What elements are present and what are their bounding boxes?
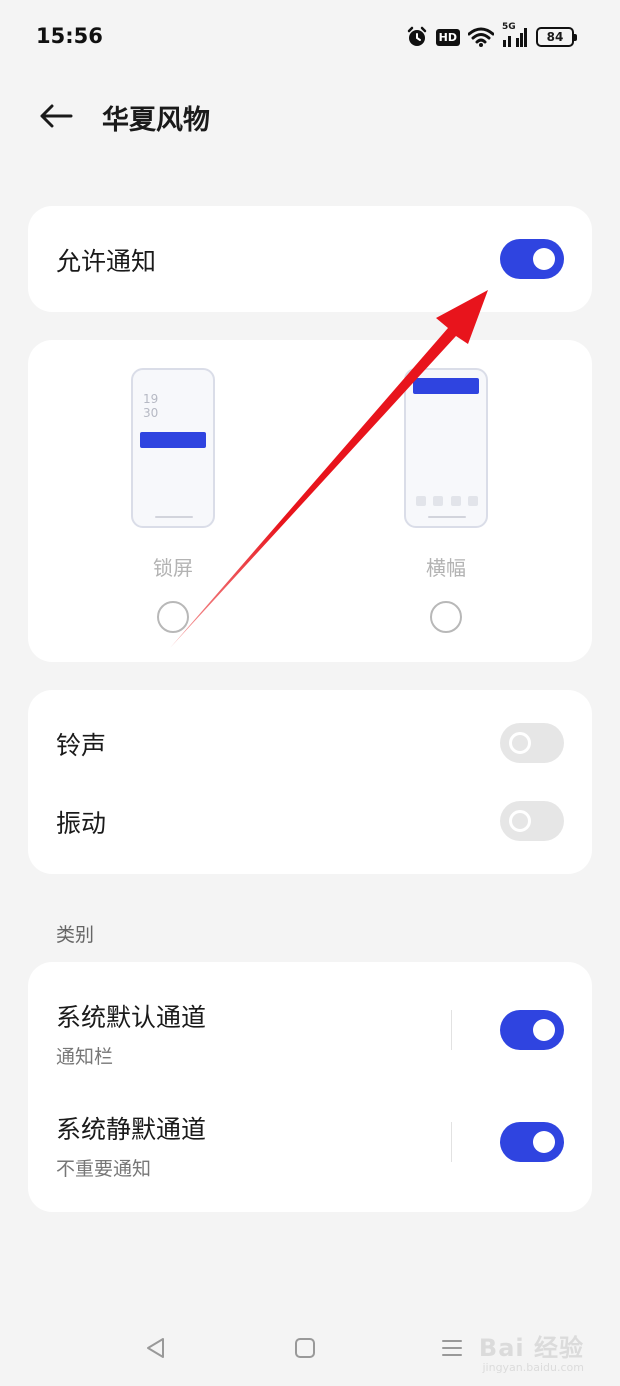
alarm-icon (406, 26, 428, 48)
category-silent-sublabel: 不重要通知 (56, 1158, 152, 1180)
banner-radio[interactable] (430, 601, 462, 633)
wifi-icon (468, 27, 494, 47)
toggle-knob (533, 1131, 555, 1153)
ringtone-row[interactable]: 铃声 (28, 704, 592, 782)
status-time: 15:56 (36, 24, 103, 48)
status-icons: HD 5G 84 (406, 22, 577, 52)
nav-back-button[interactable] (136, 1330, 176, 1370)
ringtone-toggle[interactable] (500, 723, 564, 763)
sound-vibration-card: 铃声 振动 (28, 690, 592, 874)
toggle-knob (533, 1019, 555, 1041)
category-section-title: 类别 (56, 924, 95, 946)
vertical-divider (451, 1122, 452, 1162)
dock-preview (416, 496, 478, 506)
header: 华夏风物 (0, 88, 620, 148)
home-indicator-preview (428, 516, 466, 518)
banner-bar-preview (413, 378, 479, 394)
banner-label: 横幅 (426, 556, 466, 580)
lockscreen-preview: 19 30 (131, 368, 215, 528)
watermark-main: Bai 经验 (478, 1334, 584, 1362)
notification-style-card: 19 30 锁屏 横幅 (28, 340, 592, 662)
allow-notifications-card: 允许通知 (28, 206, 592, 312)
notification-bar-preview (140, 432, 206, 448)
menu-lines-icon (440, 1336, 464, 1364)
category-silent-toggle[interactable] (500, 1122, 564, 1162)
arrow-left-icon (38, 102, 74, 134)
style-option-lockscreen[interactable]: 19 30 锁屏 (103, 368, 243, 633)
vibration-label: 振动 (56, 809, 107, 838)
lockscreen-radio[interactable] (157, 601, 189, 633)
category-default-label: 系统默认通道 (56, 1003, 207, 1032)
watermark-sub: jingyan.baidu.com (482, 1361, 584, 1374)
allow-notifications-label: 允许通知 (56, 247, 157, 276)
home-square-icon (293, 1336, 317, 1364)
hd-icon: HD (435, 28, 460, 46)
nav-menu-button[interactable] (432, 1330, 472, 1370)
signal-5g-icon: 5G (502, 22, 528, 48)
vibration-toggle[interactable] (500, 801, 564, 841)
allow-notifications-toggle[interactable] (500, 239, 564, 279)
lock-time-preview: 19 30 (143, 392, 159, 420)
ringtone-label: 铃声 (56, 731, 107, 760)
vibration-row[interactable]: 振动 (28, 782, 592, 860)
category-default-toggle[interactable] (500, 1010, 564, 1050)
category-default-sublabel: 通知栏 (56, 1046, 114, 1068)
home-indicator-preview (155, 516, 193, 518)
category-silent-label: 系统静默通道 (56, 1115, 207, 1144)
status-bar: 15:56 HD 5G 84 (0, 0, 620, 76)
battery-level: 84 (546, 30, 564, 44)
style-option-banner[interactable]: 横幅 (376, 368, 516, 633)
banner-preview (404, 368, 488, 528)
toggle-knob (533, 248, 555, 270)
battery-icon: 84 (536, 27, 577, 47)
category-row-silent[interactable]: 系统静默通道 不重要通知 (28, 1092, 592, 1198)
watermark: Bai 经验 jingyan.baidu.com (479, 1328, 584, 1374)
category-row-default[interactable]: 系统默认通道 通知栏 (28, 980, 592, 1086)
back-button[interactable] (34, 96, 78, 140)
toggle-knob (509, 810, 531, 832)
toggle-knob (509, 732, 531, 754)
back-triangle-icon (144, 1336, 168, 1364)
nav-home-button[interactable] (285, 1330, 325, 1370)
lockscreen-label: 锁屏 (153, 556, 193, 580)
page-title: 华夏风物 (102, 105, 210, 136)
allow-notifications-row[interactable]: 允许通知 (28, 206, 592, 312)
category-card: 系统默认通道 通知栏 系统静默通道 不重要通知 (28, 962, 592, 1212)
vertical-divider (451, 1010, 452, 1050)
